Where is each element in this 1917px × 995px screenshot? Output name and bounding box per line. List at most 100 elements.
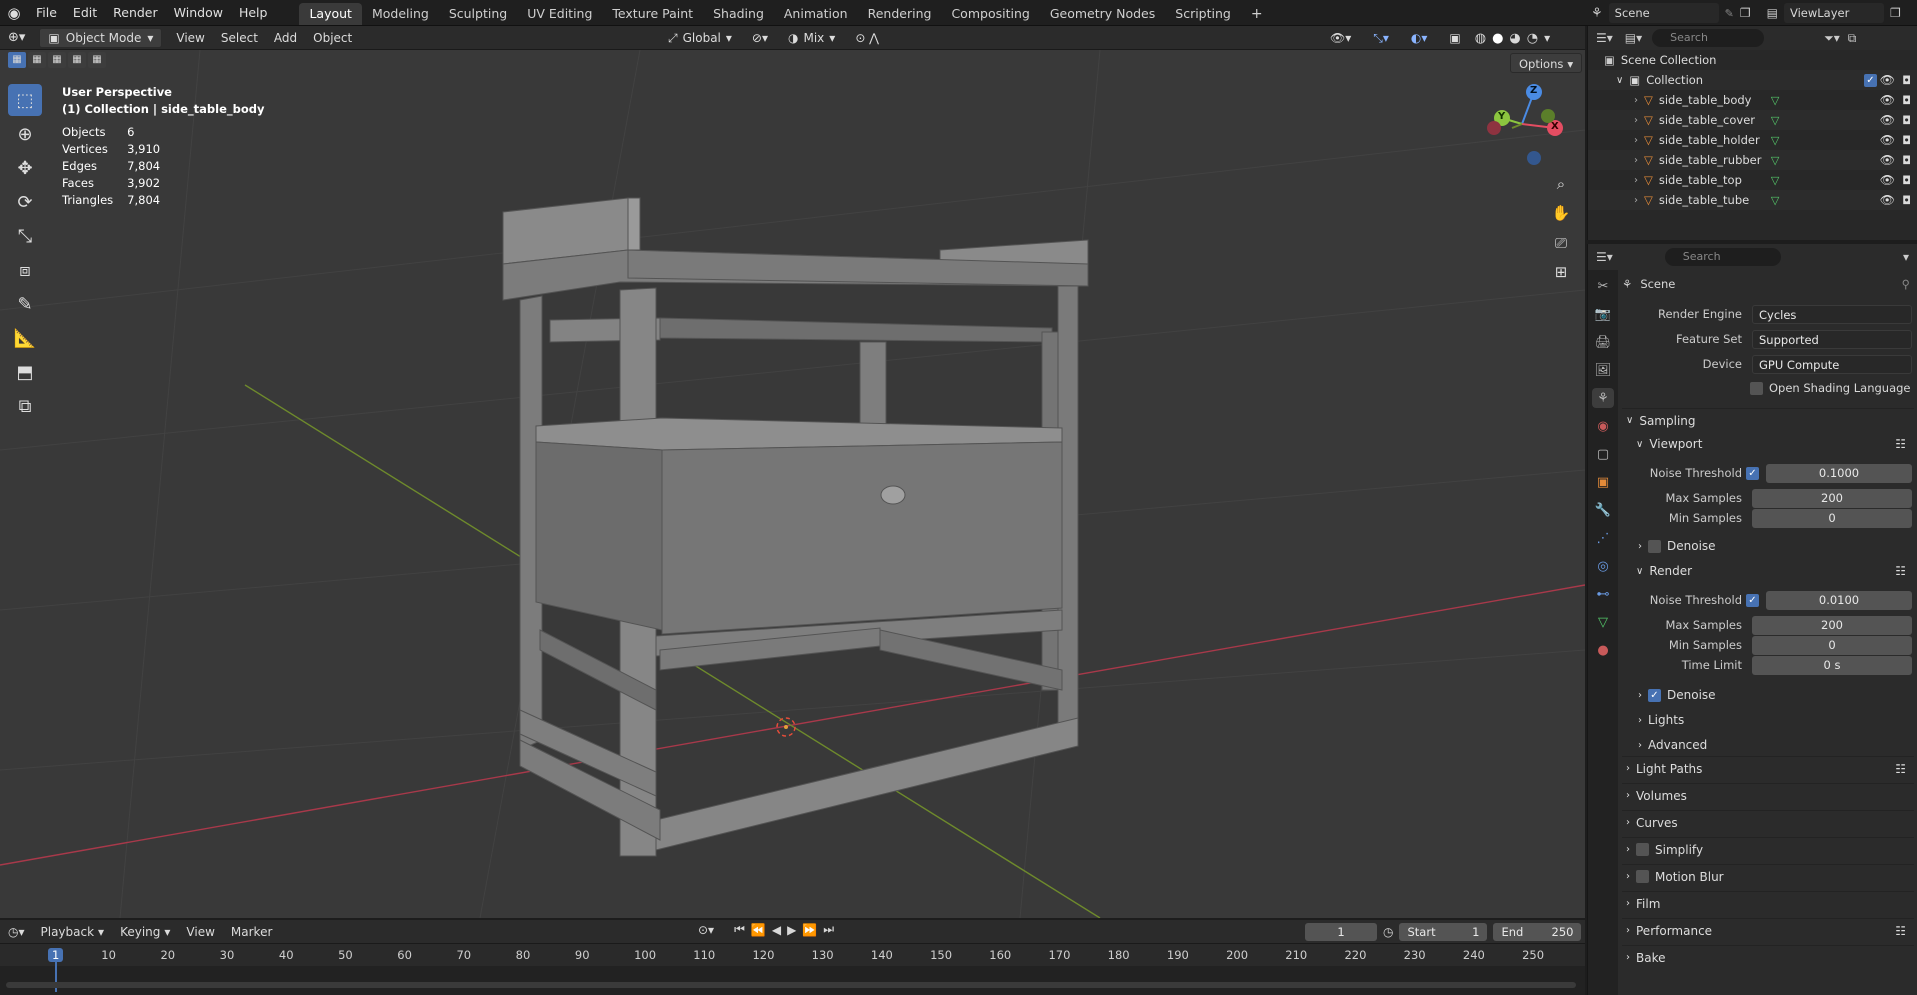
world-tab-icon[interactable]: ◉ [1592,416,1614,436]
modifier-tab-icon[interactable]: 🔧 [1592,500,1614,520]
measure-icon[interactable]: 📐 [8,322,42,354]
snap-icon[interactable]: ◑ Mix ▾ [780,28,843,48]
jump-keyframe-back-icon[interactable]: ⏪ [751,923,766,937]
chevron-right-icon[interactable]: › [1634,175,1638,186]
min-samples-field[interactable]: 0 [1752,635,1912,655]
camera-icon[interactable]: ◘ [1902,174,1911,187]
denoise-checkbox[interactable]: ✓ [1648,688,1661,702]
play-reverse-icon[interactable]: ◀ [772,923,781,937]
scene-tab-icon[interactable]: ⚘ [1592,388,1614,408]
constraints-tab-icon[interactable]: ⊷ [1592,584,1614,604]
timeline-scrollbar[interactable] [6,982,1576,988]
pin-icon[interactable]: ⚲ [1902,277,1910,291]
playhead-frame[interactable]: 1 [48,948,64,962]
menu-select[interactable]: Select [213,28,266,48]
physics-tab-icon[interactable]: ◎ [1592,556,1614,576]
tab-scripting[interactable]: Scripting [1165,3,1241,25]
visibility-icon[interactable]: 👁▾ [1322,28,1359,48]
outliner-item-side-table-cover[interactable]: › ▽ side_table_cover ▽ 👁 ◘ [1588,110,1917,130]
presets-list-icon[interactable]: ☷ [1895,437,1906,451]
pivot-point-icon[interactable]: ⊘▾ [744,28,776,48]
mesh-data-icon[interactable]: ▽ [1771,94,1779,107]
camera-icon[interactable]: ◘ [1902,114,1911,127]
object-tab-icon[interactable]: ▣ [1592,472,1614,492]
transform-orientation-dropdown[interactable]: ⤢ Global ▾ [660,28,740,48]
panel-performance[interactable]: › Performance ☷ [1622,918,1914,942]
menu-marker[interactable]: Marker [223,922,280,942]
blender-logo-icon[interactable]: ◉ [0,4,28,22]
menu-add[interactable]: Add [266,28,305,48]
eye-icon[interactable]: 👁 [1880,193,1895,207]
render-engine-dropdown[interactable]: Cycles [1752,304,1912,324]
menu-edit[interactable]: Edit [65,0,105,26]
presets-list-icon[interactable]: ☷ [1895,762,1906,776]
chevron-right-icon[interactable]: › [1634,95,1638,106]
max-samples-field[interactable]: 200 [1752,488,1912,508]
tab-layout[interactable]: Layout [299,2,362,25]
eye-icon[interactable]: 👁 [1880,133,1895,147]
menu-help[interactable]: Help [231,0,276,26]
time-limit-field[interactable]: 0 s [1752,655,1912,675]
gizmo-y-label[interactable]: Y [1498,111,1505,122]
render-subpanel-header[interactable]: ∨ Render ☷ [1636,559,1914,583]
presets-list-icon[interactable]: ☷ [1895,564,1906,578]
view-layer-icon[interactable]: ▤ [1757,6,1778,20]
eye-icon[interactable]: 👁 [1880,173,1895,187]
panel-motion-blur[interactable]: › Motion Blur [1622,864,1914,888]
pan-hand-icon[interactable]: ✋ [1548,200,1574,226]
eye-icon[interactable]: 👁 [1880,93,1895,107]
add-workspace-icon[interactable]: + [1241,3,1273,25]
tab-compositing[interactable]: Compositing [941,3,1039,25]
perspective-toggle-icon[interactable]: ⊞ [1548,259,1574,285]
mesh-data-icon[interactable]: ▽ [1771,154,1779,167]
panel-bake[interactable]: › Bake [1622,945,1914,969]
outliner-item-side-table-body[interactable]: › ▽ side_table_body ▽ 👁 ◘ [1588,90,1917,110]
panel-curves[interactable]: › Curves [1622,810,1914,834]
editor-type-icon[interactable]: ⊕▾ [0,28,33,48]
view-layer-field[interactable]: ViewLayer [1783,3,1884,23]
3d-viewport[interactable]: X Y Z ⬚ ⊕ ✥ ⟳ ⤡ ⧈ ✎ 📐 ⬒ ⧉ ▦ ▦ ▦ ▦ ▦ Opti… [0,50,1585,918]
mode-dropdown[interactable]: ▣ Object Mode ▾ [39,27,163,48]
proportional-edit-icon[interactable]: ⊙ ⋀ [847,28,887,48]
playback-menu[interactable]: Playback ▾ [33,922,113,942]
gizmo-x-label[interactable]: X [1551,121,1559,132]
collection-row[interactable]: ∨ ▣ Collection ✓ 👁 ◘ [1588,70,1917,90]
overlay-toggle-icon[interactable]: ◐▾ [1403,28,1436,48]
chevron-right-icon[interactable]: › [1634,195,1638,206]
menu-render[interactable]: Render [105,0,166,26]
zoom-icon[interactable]: ⌕ [1548,171,1574,197]
exclude-checkbox[interactable]: ✓ [1864,73,1877,87]
viewport-denoise-header[interactable]: › Denoise [1638,534,1914,558]
tab-animation[interactable]: Animation [774,3,858,25]
outliner-item-side-table-holder[interactable]: › ▽ side_table_holder ▽ 👁 ◘ [1588,130,1917,150]
tool-tab-icon[interactable]: ✂ [1592,276,1614,296]
panel-enable-checkbox[interactable] [1636,843,1649,856]
menu-window[interactable]: Window [166,0,231,26]
view-layer-tab-icon[interactable]: 🖼 [1592,360,1614,380]
eye-icon[interactable]: 👁 [1880,153,1895,167]
properties-search-input[interactable]: Search [1664,248,1781,266]
add-cube-icon[interactable]: ⬒ [8,356,42,388]
lights-subpanel-header[interactable]: › Lights [1638,708,1914,732]
new-scene-icon[interactable]: ❐ [1740,6,1751,20]
menu-object[interactable]: Object [305,28,360,48]
output-tab-icon[interactable]: 🖨 [1592,332,1614,352]
display-mode-icon[interactable]: ▤▾ [1625,31,1642,45]
panel-volumes[interactable]: › Volumes [1622,783,1914,807]
add-object-icon[interactable]: ⧉ [8,390,42,422]
mesh-data-icon[interactable]: ▽ [1771,174,1779,187]
end-frame-field[interactable]: End 250 [1493,923,1582,941]
chevron-right-icon[interactable]: › [1634,155,1638,166]
play-icon[interactable]: ▶ [787,923,796,937]
chevron-right-icon[interactable]: › [1634,135,1638,146]
camera-icon[interactable]: ◘ [1902,134,1911,147]
camera-icon[interactable]: ◘ [1902,94,1911,107]
noise-threshold-checkbox[interactable]: ✓ [1746,466,1759,480]
cursor-icon[interactable]: ⊕ [8,118,42,150]
keying-menu[interactable]: Keying ▾ [112,922,178,942]
record-icon[interactable]: ⊙▾ [698,923,714,937]
camera-icon[interactable]: ◘ [1902,74,1911,87]
osl-checkbox[interactable] [1750,381,1763,395]
camera-icon[interactable]: ◘ [1902,154,1911,167]
outliner-item-side-table-top[interactable]: › ▽ side_table_top ▽ 👁 ◘ [1588,170,1917,190]
